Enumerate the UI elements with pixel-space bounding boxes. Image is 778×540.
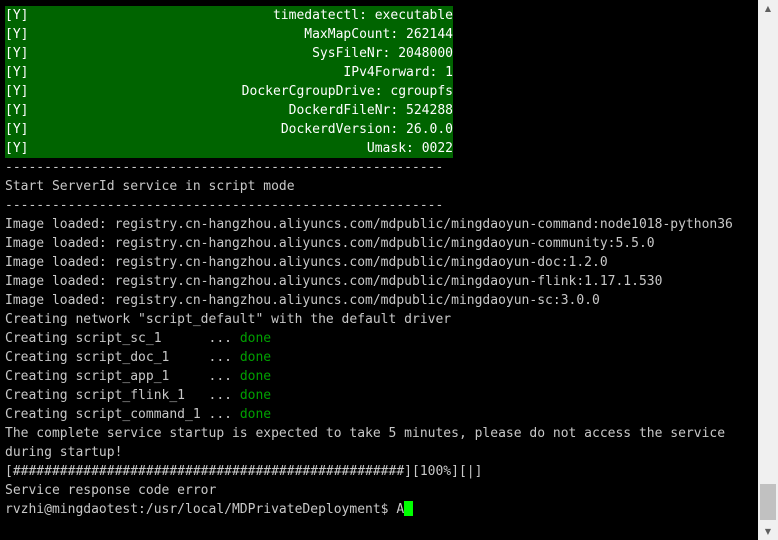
check-row: [Y] MaxMapCount: 262144	[5, 25, 453, 44]
creating-line: Creating script_command_1 ... done	[5, 405, 271, 424]
done-status: done	[239, 407, 272, 422]
check-text: DockerdVersion: 26.0.0	[280, 122, 453, 137]
done-status: done	[239, 369, 272, 384]
start-message: Start ServerId service in script mode	[5, 179, 295, 194]
text-cursor	[404, 501, 414, 516]
check-flag: [Y]	[5, 46, 29, 61]
check-flag: [Y]	[5, 27, 29, 42]
scroll-up-button[interactable]: ▲	[758, 0, 778, 17]
creating-line: Creating script_app_1 ... done	[5, 367, 271, 386]
check-flag: [Y]	[5, 122, 29, 137]
creating-text: Creating script_command_1 ...	[5, 407, 240, 422]
creating-line: Creating script_flink_1 ... done	[5, 386, 271, 405]
triangle-down-icon: ▼	[764, 527, 772, 536]
image-loaded-line: Image loaded: registry.cn-hangzhou.aliyu…	[5, 293, 600, 308]
creating-text: Creating script_doc_1 ...	[5, 350, 240, 365]
network-message: Creating network "script_default" with t…	[5, 312, 452, 327]
separator-line: ----------------------------------------…	[5, 198, 444, 213]
check-text: timedatectl: executable	[272, 8, 453, 23]
check-row: [Y] IPv4Forward: 1	[5, 63, 453, 82]
check-text: DockerCgroupDrive: cgroupfs	[241, 84, 453, 99]
done-status: done	[239, 350, 272, 365]
check-text: MaxMapCount: 262144	[304, 27, 453, 42]
typed-input[interactable]: A	[396, 502, 404, 517]
check-text: SysFileNr: 2048000	[312, 46, 453, 61]
terminal-output[interactable]: [Y] timedatectl: executable [Y] MaxMapCoun…	[0, 0, 758, 540]
creating-line: Creating script_sc_1 ... done	[5, 329, 271, 348]
check-flag: [Y]	[5, 141, 29, 156]
scroll-down-button[interactable]: ▼	[758, 523, 778, 540]
check-row: [Y] DockerCgroupDrive: cgroupfs	[5, 82, 453, 101]
creating-line: Creating script_doc_1 ... done	[5, 348, 271, 367]
startup-notice: The complete service startup is expected…	[5, 426, 726, 441]
done-status: done	[239, 331, 272, 346]
triangle-up-icon: ▲	[764, 4, 772, 13]
image-loaded-line: Image loaded: registry.cn-hangzhou.aliyu…	[5, 274, 663, 289]
check-text: Umask: 0022	[366, 141, 453, 156]
image-loaded-line: Image loaded: registry.cn-hangzhou.aliyu…	[5, 217, 733, 232]
check-flag: [Y]	[5, 84, 29, 99]
check-text: DockerdFileNr: 524288	[288, 103, 453, 118]
check-flag: [Y]	[5, 8, 29, 23]
check-row: [Y] timedatectl: executable	[5, 6, 453, 25]
check-text: IPv4Forward: 1	[343, 65, 453, 80]
check-row: [Y] SysFileNr: 2048000	[5, 44, 453, 63]
creating-text: Creating script_sc_1 ...	[5, 331, 240, 346]
image-loaded-line: Image loaded: registry.cn-hangzhou.aliyu…	[5, 255, 608, 270]
startup-notice: during startup!	[5, 445, 123, 460]
prompt-text: rvzhi@mingdaotest:/usr/local/MDPrivateDe…	[5, 502, 397, 517]
command-prompt[interactable]: rvzhi@mingdaotest:/usr/local/MDPrivateDe…	[5, 500, 414, 519]
creating-text: Creating script_app_1 ...	[5, 369, 240, 384]
scrollbar-thumb[interactable]	[760, 484, 776, 520]
separator-line: ----------------------------------------…	[5, 160, 444, 175]
check-row: [Y] Umask: 0022	[5, 139, 453, 158]
creating-text: Creating script_flink_1 ...	[5, 388, 240, 403]
check-row: [Y] DockerdVersion: 26.0.0	[5, 120, 453, 139]
error-message: Service response code error	[5, 483, 217, 498]
check-flag: [Y]	[5, 65, 29, 80]
vertical-scrollbar[interactable]: ▲ ▼	[758, 0, 778, 540]
image-loaded-line: Image loaded: registry.cn-hangzhou.aliyu…	[5, 236, 655, 251]
progress-bar: [#######################################…	[5, 464, 483, 479]
check-flag: [Y]	[5, 103, 29, 118]
check-row: [Y] DockerdFileNr: 524288	[5, 101, 453, 120]
done-status: done	[239, 388, 272, 403]
